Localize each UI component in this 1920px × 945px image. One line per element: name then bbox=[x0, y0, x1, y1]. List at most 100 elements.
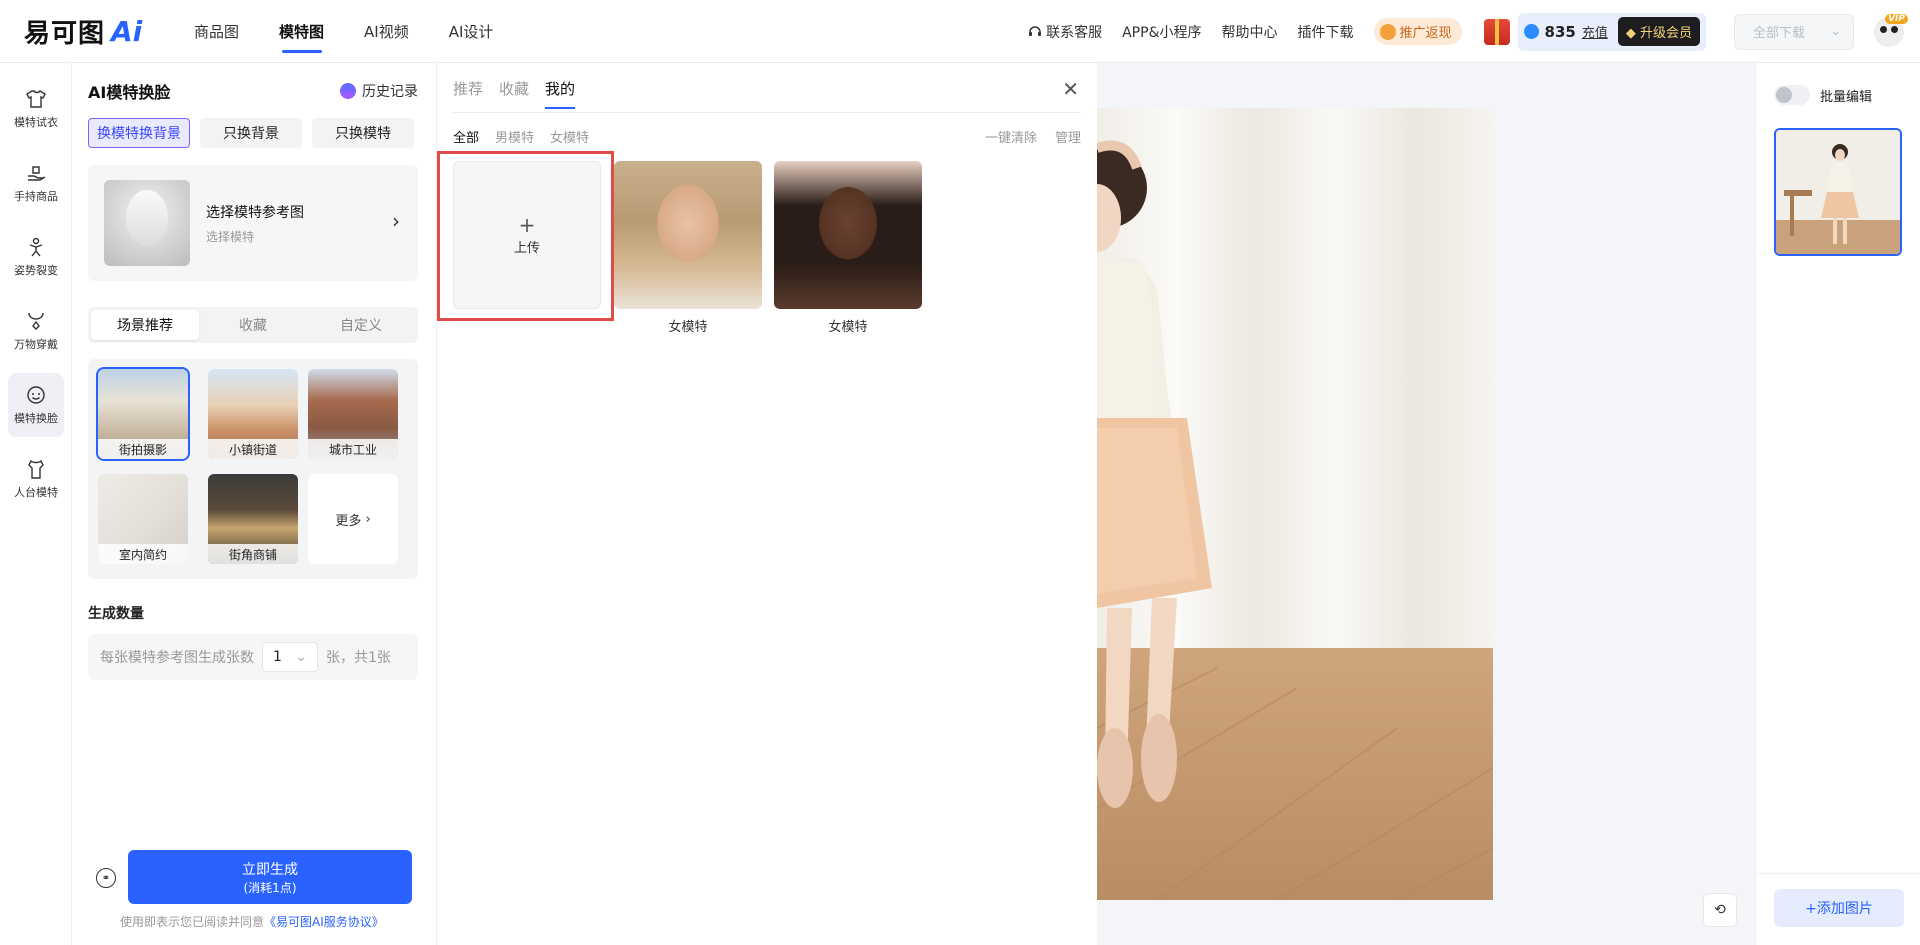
sidebar-item-try-on[interactable]: 模特试衣 bbox=[8, 77, 64, 141]
generate-button[interactable]: 立即生成 (消耗1点) bbox=[128, 850, 412, 904]
scene-grid: 街拍摄影 小镇街道 城市工业 室内简约 街角商铺 更多 › bbox=[88, 359, 418, 579]
scene-caption: 街角商铺 bbox=[208, 544, 298, 564]
preview-canvas: ⟲ bbox=[1097, 63, 1755, 945]
tool-sidebar: 模特试衣 手持商品 姿势裂变 万物穿戴 模特换脸 人台模特 bbox=[0, 63, 72, 945]
upload-button[interactable]: + 上传 bbox=[453, 161, 601, 309]
picker-tabs: 推荐 收藏 我的 bbox=[453, 78, 576, 109]
history-button[interactable]: 历史记录 bbox=[340, 81, 418, 101]
tab-favorites[interactable]: 收藏 bbox=[499, 78, 529, 99]
generate-count-select[interactable]: 1 ⌄ bbox=[262, 642, 318, 672]
logo-text: 易可图 bbox=[24, 18, 106, 49]
scene-caption: 城市工业 bbox=[308, 439, 398, 459]
top-header: 易可图 Ai 商品图 模特图 AI视频 AI设计 联系客服 APP&小程序 帮助… bbox=[0, 0, 1920, 63]
sidebar-item-face-swap[interactable]: 模特换脸 bbox=[8, 373, 64, 437]
header-right: 联系客服 APP&小程序 帮助中心 插件下载 推广返现 835 充值 ◆ 升级会… bbox=[1028, 0, 1920, 63]
upgrade-label: 升级会员 bbox=[1639, 26, 1692, 41]
model-thumb-dark-hair[interactable] bbox=[774, 161, 922, 309]
mode-swap-model-bg[interactable]: 换模特换背景 bbox=[88, 118, 190, 148]
filter-male[interactable]: 男模特 bbox=[495, 127, 534, 146]
image-thumbnail[interactable] bbox=[1774, 128, 1902, 256]
app-link[interactable]: APP&小程序 bbox=[1122, 22, 1201, 42]
generate-count-title: 生成数量 bbox=[88, 606, 144, 622]
sidebar-item-mannequin[interactable]: 人台模特 bbox=[8, 447, 64, 511]
face-icon bbox=[27, 386, 45, 404]
filter-tabs: 全部 男模特 女模特 bbox=[453, 127, 589, 146]
sidebar-item-label: 万物穿戴 bbox=[14, 338, 58, 351]
sidebar-item-wear[interactable]: 万物穿戴 bbox=[8, 299, 64, 363]
gift-icon[interactable] bbox=[1483, 18, 1510, 45]
scene-town-street[interactable]: 小镇街道 bbox=[208, 369, 298, 459]
batch-edit-label: 批量编辑 bbox=[1820, 90, 1873, 105]
clear-all-button[interactable]: 一键清除 bbox=[985, 127, 1037, 146]
reference-subtitle: 选择模特 bbox=[206, 230, 255, 244]
model-picker-panel: 推荐 收藏 我的 ✕ 全部 男模特 女模特 一键清除 管理 + 上传 女模特 女… bbox=[437, 63, 1097, 945]
contact-support-link[interactable]: 联系客服 bbox=[1028, 22, 1102, 42]
rotate-icon[interactable]: ⟲ bbox=[1703, 893, 1737, 927]
model-reference-card[interactable]: 选择模特参考图 选择模特 › bbox=[88, 165, 418, 281]
scene-more-button[interactable]: 更多 › bbox=[308, 474, 398, 564]
model-thumb-blonde[interactable] bbox=[614, 161, 762, 309]
agreement-prefix: 使用即表示您已阅读并同意 bbox=[120, 915, 265, 929]
download-all-select[interactable]: 全部下载 ⌄ bbox=[1734, 13, 1854, 50]
plus-icon: + bbox=[518, 212, 536, 237]
scene-street-photo[interactable]: 街拍摄影 bbox=[96, 367, 190, 461]
more-label: 更多 bbox=[335, 513, 362, 529]
filter-all[interactable]: 全部 bbox=[453, 127, 479, 146]
agreement-link[interactable]: 《易可图AI服务协议》 bbox=[264, 915, 384, 929]
logo[interactable]: 易可图 Ai bbox=[24, 14, 142, 49]
add-image-button[interactable]: +添加图片 bbox=[1774, 889, 1904, 927]
sidebar-item-handheld[interactable]: 手持商品 bbox=[8, 151, 64, 215]
sidebar-item-pose[interactable]: 姿势裂变 bbox=[8, 225, 64, 289]
upgrade-button[interactable]: ◆ 升级会员 bbox=[1617, 17, 1700, 46]
nav-item-model[interactable]: 模特图 bbox=[259, 0, 344, 63]
upload-label: 上传 bbox=[513, 240, 540, 256]
mode-swap-model-only[interactable]: 只换模特 bbox=[312, 118, 414, 148]
mode-swap-bg-only[interactable]: 只换背景 bbox=[200, 118, 302, 148]
scene-caption: 小镇街道 bbox=[208, 439, 298, 459]
tab-mine[interactable]: 我的 bbox=[545, 78, 576, 109]
hand-icon bbox=[28, 166, 46, 181]
scene-tabs: 场景推荐 收藏 自定义 bbox=[88, 307, 418, 343]
scene-corner-shop[interactable]: 街角商铺 bbox=[208, 474, 298, 564]
tab-scene-recommend[interactable]: 场景推荐 bbox=[91, 310, 199, 340]
generate-button-label: 立即生成 bbox=[242, 861, 298, 878]
scene-city-industrial[interactable]: 城市工业 bbox=[308, 369, 398, 459]
sidebar-item-label: 手持商品 bbox=[14, 190, 58, 203]
necklace-icon bbox=[28, 312, 44, 330]
divider bbox=[453, 112, 1081, 113]
chevron-down-icon: ⌄ bbox=[295, 649, 307, 665]
headset-icon bbox=[1029, 25, 1042, 36]
sidebar-item-label: 模特试衣 bbox=[14, 116, 58, 129]
filter-female[interactable]: 女模特 bbox=[550, 127, 589, 146]
tab-scene-custom[interactable]: 自定义 bbox=[307, 310, 415, 340]
nav-item-product[interactable]: 商品图 bbox=[174, 0, 259, 63]
nav-item-ai-design[interactable]: AI设计 bbox=[429, 0, 514, 63]
preview-photo bbox=[1097, 108, 1493, 900]
chevron-right-icon: › bbox=[392, 209, 400, 233]
image-list-panel: 批量编辑 +添加图片 bbox=[1755, 63, 1920, 945]
panel-title: AI模特换脸 bbox=[88, 83, 171, 102]
link-icon[interactable]: ⚭ bbox=[96, 868, 116, 888]
help-center-link[interactable]: 帮助中心 bbox=[1222, 22, 1278, 42]
generate-count-suffix: 张，共1张 bbox=[326, 650, 391, 666]
scene-indoor-simple[interactable]: 室内简约 bbox=[98, 474, 188, 564]
tab-recommend[interactable]: 推荐 bbox=[453, 78, 483, 99]
nav-item-ai-video[interactable]: AI视频 bbox=[344, 0, 429, 63]
credit-coin-icon bbox=[1523, 24, 1539, 39]
history-label: 历史记录 bbox=[362, 84, 418, 100]
generate-count-desc: 每张模特参考图生成张数 bbox=[100, 650, 254, 666]
tab-scene-favorites[interactable]: 收藏 bbox=[199, 310, 307, 340]
mannequin-head-image bbox=[104, 180, 190, 266]
scene-caption: 街拍摄影 bbox=[98, 439, 188, 459]
generate-button-cost: (消耗1点) bbox=[243, 880, 297, 895]
manage-button[interactable]: 管理 bbox=[1055, 127, 1081, 146]
close-icon[interactable]: ✕ bbox=[1062, 77, 1079, 101]
promo-button[interactable]: 推广返现 bbox=[1373, 18, 1462, 45]
batch-edit-toggle[interactable] bbox=[1774, 85, 1810, 105]
download-all-label: 全部下载 bbox=[1753, 26, 1806, 41]
chevron-right-icon: › bbox=[365, 511, 371, 527]
plugin-download-link[interactable]: 插件下载 bbox=[1298, 22, 1354, 42]
credit-box: 835 充值 ◆ 升级会员 bbox=[1517, 12, 1706, 51]
promo-label: 推广返现 bbox=[1399, 26, 1452, 41]
recharge-link[interactable]: 充值 bbox=[1582, 22, 1608, 41]
